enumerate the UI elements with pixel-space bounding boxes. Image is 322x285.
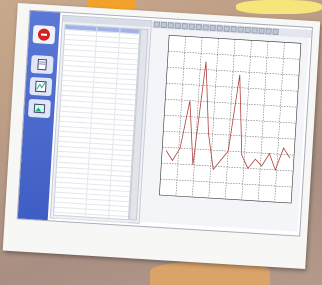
document-icon[interactable] (30, 54, 54, 75)
close-circle-icon[interactable] (32, 24, 56, 45)
chart-panel (139, 20, 312, 232)
toolbar-button-icon[interactable] (216, 25, 223, 32)
toolbar-button-icon[interactable] (244, 26, 251, 34)
toolbar-button-icon[interactable] (181, 23, 188, 30)
image-icon[interactable] (27, 98, 51, 119)
toolbar-button-icon[interactable] (167, 22, 174, 29)
toolbar-button-icon[interactable] (153, 21, 160, 28)
toolbar-button-icon[interactable] (160, 21, 167, 29)
data-list-panel (49, 14, 153, 224)
toolbar-button-icon[interactable] (188, 23, 195, 30)
toolbar-button-icon[interactable] (251, 27, 258, 34)
toolbar-button-icon[interactable] (223, 25, 230, 32)
data-list[interactable] (52, 23, 141, 223)
photo-print (2, 2, 321, 270)
toolbar-button-icon[interactable] (265, 28, 272, 35)
app-window (16, 9, 313, 237)
chart-icon[interactable] (29, 76, 53, 97)
toolbar-button-icon[interactable] (258, 27, 265, 35)
toolbar-button-icon[interactable] (195, 23, 202, 31)
toolbar-button-icon[interactable] (209, 24, 216, 32)
toolbar-button-icon[interactable] (230, 26, 237, 33)
toolbar-button-icon[interactable] (272, 28, 279, 35)
toolbar-button-icon[interactable] (237, 26, 244, 33)
toolbar-button-icon[interactable] (202, 24, 209, 31)
line-chart (159, 34, 302, 204)
background-yellow-shape (236, 0, 322, 14)
toolbar-button-icon[interactable] (174, 22, 181, 29)
